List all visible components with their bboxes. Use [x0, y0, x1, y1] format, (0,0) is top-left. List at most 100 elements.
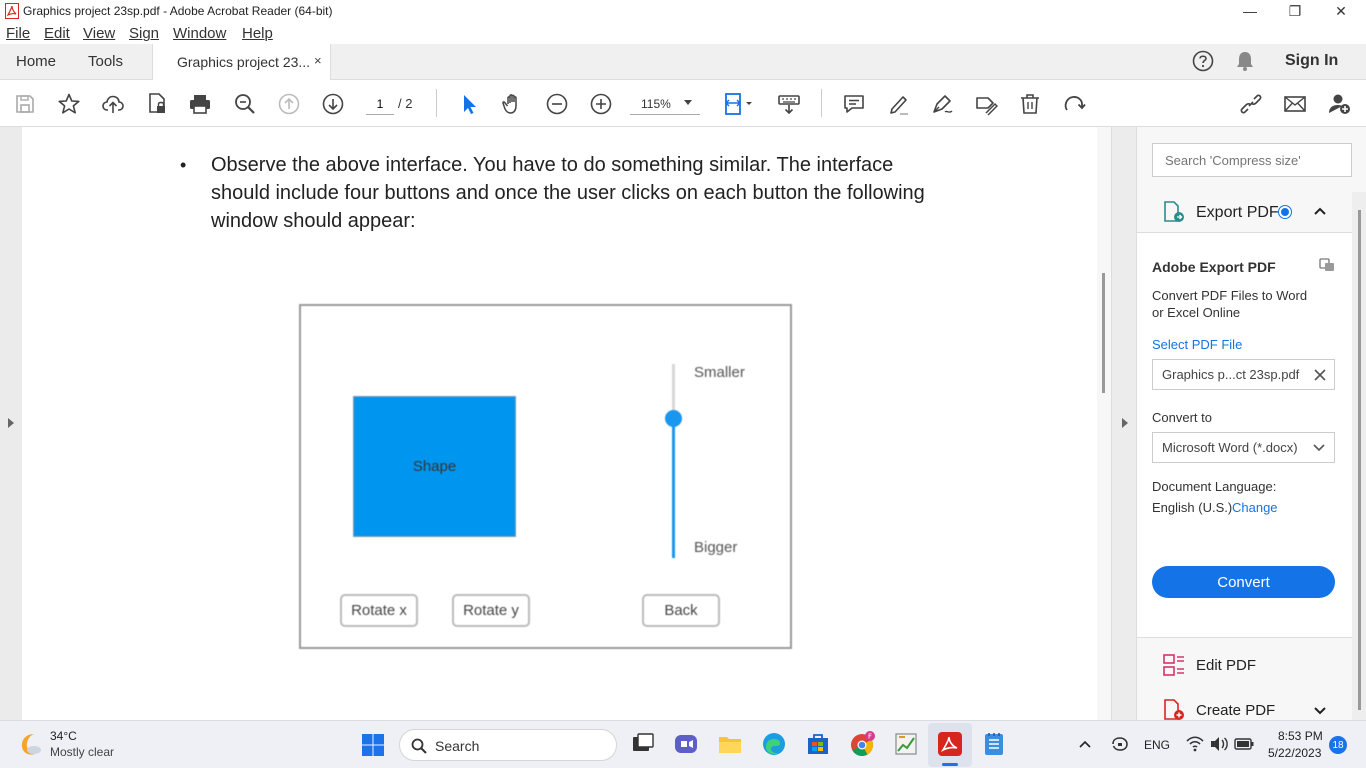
next-page-button[interactable] — [320, 91, 346, 117]
tools-search-input[interactable] — [1152, 143, 1352, 177]
left-panel-toggle[interactable] — [0, 127, 22, 720]
panel-scrollbar-thumb[interactable] — [1358, 210, 1361, 710]
document-scrollbar-thumb[interactable] — [1102, 273, 1105, 393]
zoom-select[interactable]: 115% — [630, 93, 700, 115]
notification-badge[interactable]: 18 — [1329, 736, 1347, 754]
clock-date[interactable]: 5/22/2023 — [1268, 746, 1321, 760]
toolbar-divider — [821, 89, 822, 117]
comment-button[interactable] — [841, 91, 867, 117]
volume-icon[interactable] — [1209, 736, 1229, 752]
menu-window[interactable]: Window — [173, 25, 226, 42]
keyboard-down-icon — [778, 95, 800, 115]
edge-browser-icon[interactable] — [761, 731, 787, 757]
close-tab-icon[interactable]: × — [314, 53, 322, 68]
sign-in-button[interactable]: Sign In — [1285, 52, 1338, 70]
menu-view[interactable]: View — [83, 25, 115, 42]
tab-tools[interactable]: Tools — [88, 53, 123, 70]
task-view-icon[interactable] — [630, 731, 656, 757]
pen-nib-icon — [933, 95, 953, 113]
tray-chevron-up-icon[interactable] — [1078, 739, 1092, 749]
store-icon[interactable] — [805, 731, 831, 757]
menu-sign[interactable]: Sign — [129, 25, 159, 42]
cursor-arrow-icon — [464, 95, 476, 114]
draw-button[interactable] — [929, 91, 955, 117]
chrome-browser-icon[interactable]: F — [849, 731, 875, 757]
tab-document[interactable]: Graphics project 23... × — [152, 44, 331, 80]
save-button[interactable] — [12, 91, 38, 117]
chevron-up-icon[interactable] — [1313, 206, 1327, 216]
weather-desc: Mostly clear — [50, 745, 115, 759]
select-pdf-file-link[interactable]: Select PDF File — [1152, 336, 1242, 353]
minimize-button[interactable]: — — [1227, 0, 1273, 22]
file-lock-icon — [149, 93, 165, 113]
convert-button[interactable]: Convert — [1152, 566, 1335, 598]
taskbar: 34°C Mostly clear Search F ENG 8:53 PM 5… — [0, 720, 1366, 768]
taskbar-search-label: Search — [435, 738, 480, 754]
notification-bell-icon[interactable] — [1235, 50, 1255, 72]
upload-button[interactable] — [100, 91, 126, 117]
svg-text:F: F — [868, 733, 872, 741]
highlight-button[interactable] — [885, 91, 911, 117]
chevron-down-icon[interactable] — [1313, 706, 1327, 716]
arrow-up-circle-icon — [278, 93, 300, 115]
fill-sign-button[interactable] — [973, 91, 999, 117]
document-scrollbar[interactable] — [1097, 127, 1111, 720]
delete-button[interactable] — [1017, 91, 1043, 117]
rotate-button[interactable] — [1061, 91, 1087, 117]
tab-home[interactable]: Home — [16, 53, 56, 70]
battery-icon[interactable] — [1234, 737, 1254, 751]
edit-pdf-tool[interactable]: Edit PDF — [1137, 645, 1352, 685]
close-window-button[interactable]: ✕ — [1318, 0, 1364, 22]
highlighter-icon — [890, 96, 908, 115]
zoom-in-button[interactable] — [588, 91, 614, 117]
taskbar-search[interactable]: Search — [399, 729, 617, 761]
bookmark-button[interactable] — [56, 91, 82, 117]
weather-moon-icon[interactable] — [16, 730, 44, 758]
wifi-icon[interactable] — [1186, 736, 1204, 752]
star-icon — [58, 93, 80, 114]
search-icon — [411, 738, 427, 754]
zoom-search-button[interactable] — [232, 91, 258, 117]
panel-scrollbar[interactable] — [1352, 192, 1366, 720]
menu-edit[interactable]: Edit — [44, 25, 70, 42]
notepad-icon[interactable] — [981, 731, 1007, 757]
document-properties-button[interactable] — [144, 91, 170, 117]
clock-time[interactable]: 8:53 PM — [1278, 729, 1323, 743]
help-icon[interactable] — [1192, 50, 1214, 72]
zoom-out-button[interactable] — [544, 91, 570, 117]
page-fit-icon — [725, 93, 752, 115]
page-display-button[interactable] — [720, 91, 756, 117]
clear-file-icon[interactable] — [1313, 368, 1327, 382]
menu-file[interactable]: File — [6, 25, 30, 42]
comment-icon — [844, 95, 864, 113]
page-number-input[interactable] — [366, 93, 394, 115]
menu-help[interactable]: Help — [242, 25, 273, 42]
convert-to-select[interactable]: Microsoft Word (*.docx) — [1152, 432, 1335, 463]
change-language-link[interactable]: Change — [1232, 499, 1278, 516]
network-refresh-icon[interactable] — [1110, 735, 1130, 753]
share-user-button[interactable] — [1326, 91, 1352, 117]
export-pdf-header[interactable]: Export PDF — [1137, 192, 1352, 232]
link-icon — [1240, 94, 1262, 114]
chart-app-icon[interactable] — [893, 731, 919, 757]
scroll-mode-button[interactable] — [776, 91, 802, 117]
acrobat-taskbar-button[interactable] — [928, 723, 972, 767]
share-link-button[interactable] — [1238, 91, 1264, 117]
selected-file-field[interactable]: Graphics p...ct 23sp.pdf — [1152, 359, 1335, 390]
email-button[interactable] — [1282, 91, 1308, 117]
previous-page-button[interactable] — [276, 91, 302, 117]
windows-start-icon[interactable] — [361, 733, 385, 757]
chevron-down-icon — [1313, 444, 1325, 452]
collapse-right-icon — [1122, 418, 1128, 428]
hand-tool-button[interactable] — [500, 91, 526, 117]
right-panel-toggle[interactable] — [1111, 127, 1136, 720]
copy-icon[interactable] — [1318, 257, 1336, 273]
print-button[interactable] — [187, 91, 213, 117]
language-indicator[interactable]: ENG — [1144, 738, 1170, 752]
printer-icon — [190, 95, 210, 114]
maximize-button[interactable]: ❐ — [1272, 0, 1318, 22]
bullet-point: • — [180, 155, 187, 175]
select-tool-button[interactable] — [456, 91, 482, 117]
file-explorer-icon[interactable] — [717, 731, 743, 757]
teams-chat-icon[interactable] — [673, 731, 699, 757]
